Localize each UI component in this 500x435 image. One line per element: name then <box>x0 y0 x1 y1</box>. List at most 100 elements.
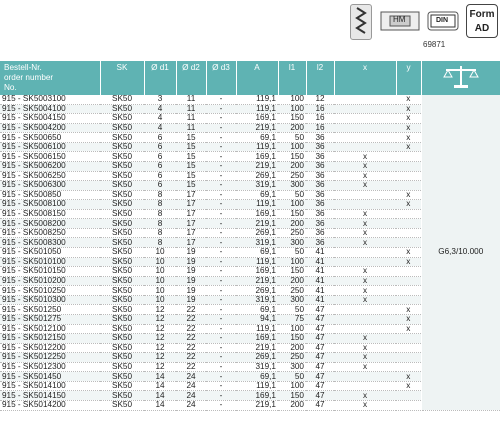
cell-order-number: 915 - SK5006300 <box>0 180 100 191</box>
cell-y: x <box>396 142 421 153</box>
cell-order-number: 915 - SK500850 <box>0 190 100 201</box>
cell-l1: 50 <box>278 304 306 315</box>
cell-d3: - <box>206 151 236 162</box>
cell-l2: 36 <box>306 218 334 229</box>
cell-a: 219,1 <box>236 276 278 287</box>
cell-y <box>396 276 421 287</box>
cell-l2: 47 <box>306 324 334 335</box>
cell-sk: SK50 <box>100 257 144 268</box>
cell-d2: 15 <box>176 151 206 162</box>
cell-a: 94,1 <box>236 314 278 325</box>
cell-a: 69,1 <box>236 247 278 258</box>
cell-sk: SK50 <box>100 218 144 229</box>
header-x: x <box>334 61 397 95</box>
cell-sk: SK50 <box>100 362 144 373</box>
cell-y: x <box>396 190 421 201</box>
cell-sk: SK50 <box>100 371 144 382</box>
cell-l2: 47 <box>306 333 334 344</box>
cell-x: x <box>334 295 396 306</box>
cell-d1: 6 <box>144 171 176 182</box>
cell-x: x <box>334 285 396 296</box>
cell-y <box>396 228 421 239</box>
cell-d1: 4 <box>144 113 176 124</box>
cell-l1: 300 <box>278 180 306 191</box>
cell-x: x <box>334 390 396 401</box>
cell-a: 219,1 <box>236 123 278 134</box>
cell-d1: 12 <box>144 352 176 363</box>
header-balance <box>421 61 500 95</box>
cell-sk: SK50 <box>100 237 144 248</box>
cell-l1: 100 <box>278 199 306 210</box>
cell-sk: SK50 <box>100 266 144 277</box>
cell-y <box>396 295 421 306</box>
cell-sk: SK50 <box>100 132 144 143</box>
cell-l2: 16 <box>306 113 334 124</box>
cell-l2: 12 <box>306 95 334 105</box>
cell-y <box>396 209 421 220</box>
cell-a: 119,1 <box>236 257 278 268</box>
cell-d3: - <box>206 381 236 392</box>
cell-d2: 19 <box>176 247 206 258</box>
cell-x <box>334 314 396 325</box>
cell-y <box>396 171 421 182</box>
cell-d2: 17 <box>176 228 206 239</box>
cell-order-number: 915 - SK5008150 <box>0 209 100 220</box>
cell-x: x <box>334 400 396 411</box>
cell-x: x <box>334 343 396 354</box>
cell-d2: 19 <box>176 285 206 296</box>
cell-d2: 11 <box>176 123 206 134</box>
cell-sk: SK50 <box>100 199 144 210</box>
cell-sk: SK50 <box>100 381 144 392</box>
cell-order-number: 915 - SK5010100 <box>0 257 100 268</box>
cell-d2: 17 <box>176 190 206 201</box>
cell-l2: 47 <box>306 381 334 392</box>
cell-order-number: 915 - SK5006100 <box>0 142 100 153</box>
header-order-number: Bestell-Nr. order number No. <box>0 61 101 95</box>
cell-d3: - <box>206 343 236 354</box>
cell-y <box>396 161 421 172</box>
cell-d1: 10 <box>144 276 176 287</box>
cell-sk: SK50 <box>100 276 144 287</box>
cell-a: 119,1 <box>236 324 278 335</box>
cell-a: 319,1 <box>236 295 278 306</box>
cell-y: x <box>396 247 421 258</box>
cell-d2: 22 <box>176 352 206 363</box>
cell-sk: SK50 <box>100 247 144 258</box>
cell-order-number: 915 - SK501250 <box>0 304 100 315</box>
cell-l2: 41 <box>306 247 334 258</box>
cell-l2: 47 <box>306 371 334 382</box>
cell-sk: SK50 <box>100 104 144 115</box>
cell-y: x <box>396 324 421 335</box>
cell-d3: - <box>206 352 236 363</box>
cell-order-number: 915 - SK5008100 <box>0 199 100 210</box>
cell-d2: 17 <box>176 237 206 248</box>
cell-l1: 200 <box>278 276 306 287</box>
cell-l1: 250 <box>278 285 306 296</box>
cell-d3: - <box>206 257 236 268</box>
cell-x: x <box>334 362 396 373</box>
cell-d2: 17 <box>176 218 206 229</box>
cell-x: x <box>334 209 396 220</box>
cell-y: x <box>396 123 421 134</box>
cell-l1: 100 <box>278 95 306 105</box>
cell-d1: 10 <box>144 295 176 306</box>
cell-sk: SK50 <box>100 209 144 220</box>
cell-y: x <box>396 304 421 315</box>
cell-x: x <box>334 161 396 172</box>
cell-y <box>396 390 421 401</box>
cell-l2: 36 <box>306 199 334 210</box>
cell-order-number: 915 - SK5006200 <box>0 161 100 172</box>
cell-x <box>334 113 396 124</box>
cell-d1: 6 <box>144 180 176 191</box>
cell-a: 219,1 <box>236 161 278 172</box>
cell-a: 169,1 <box>236 333 278 344</box>
cell-sk: SK50 <box>100 295 144 306</box>
cell-order-number: 915 - SK5012300 <box>0 362 100 373</box>
cell-d1: 12 <box>144 362 176 373</box>
cell-l1: 250 <box>278 352 306 363</box>
cell-d1: 14 <box>144 381 176 392</box>
cell-a: 169,1 <box>236 151 278 162</box>
cell-l2: 41 <box>306 285 334 296</box>
cell-d1: 6 <box>144 151 176 162</box>
cell-sk: SK50 <box>100 123 144 134</box>
